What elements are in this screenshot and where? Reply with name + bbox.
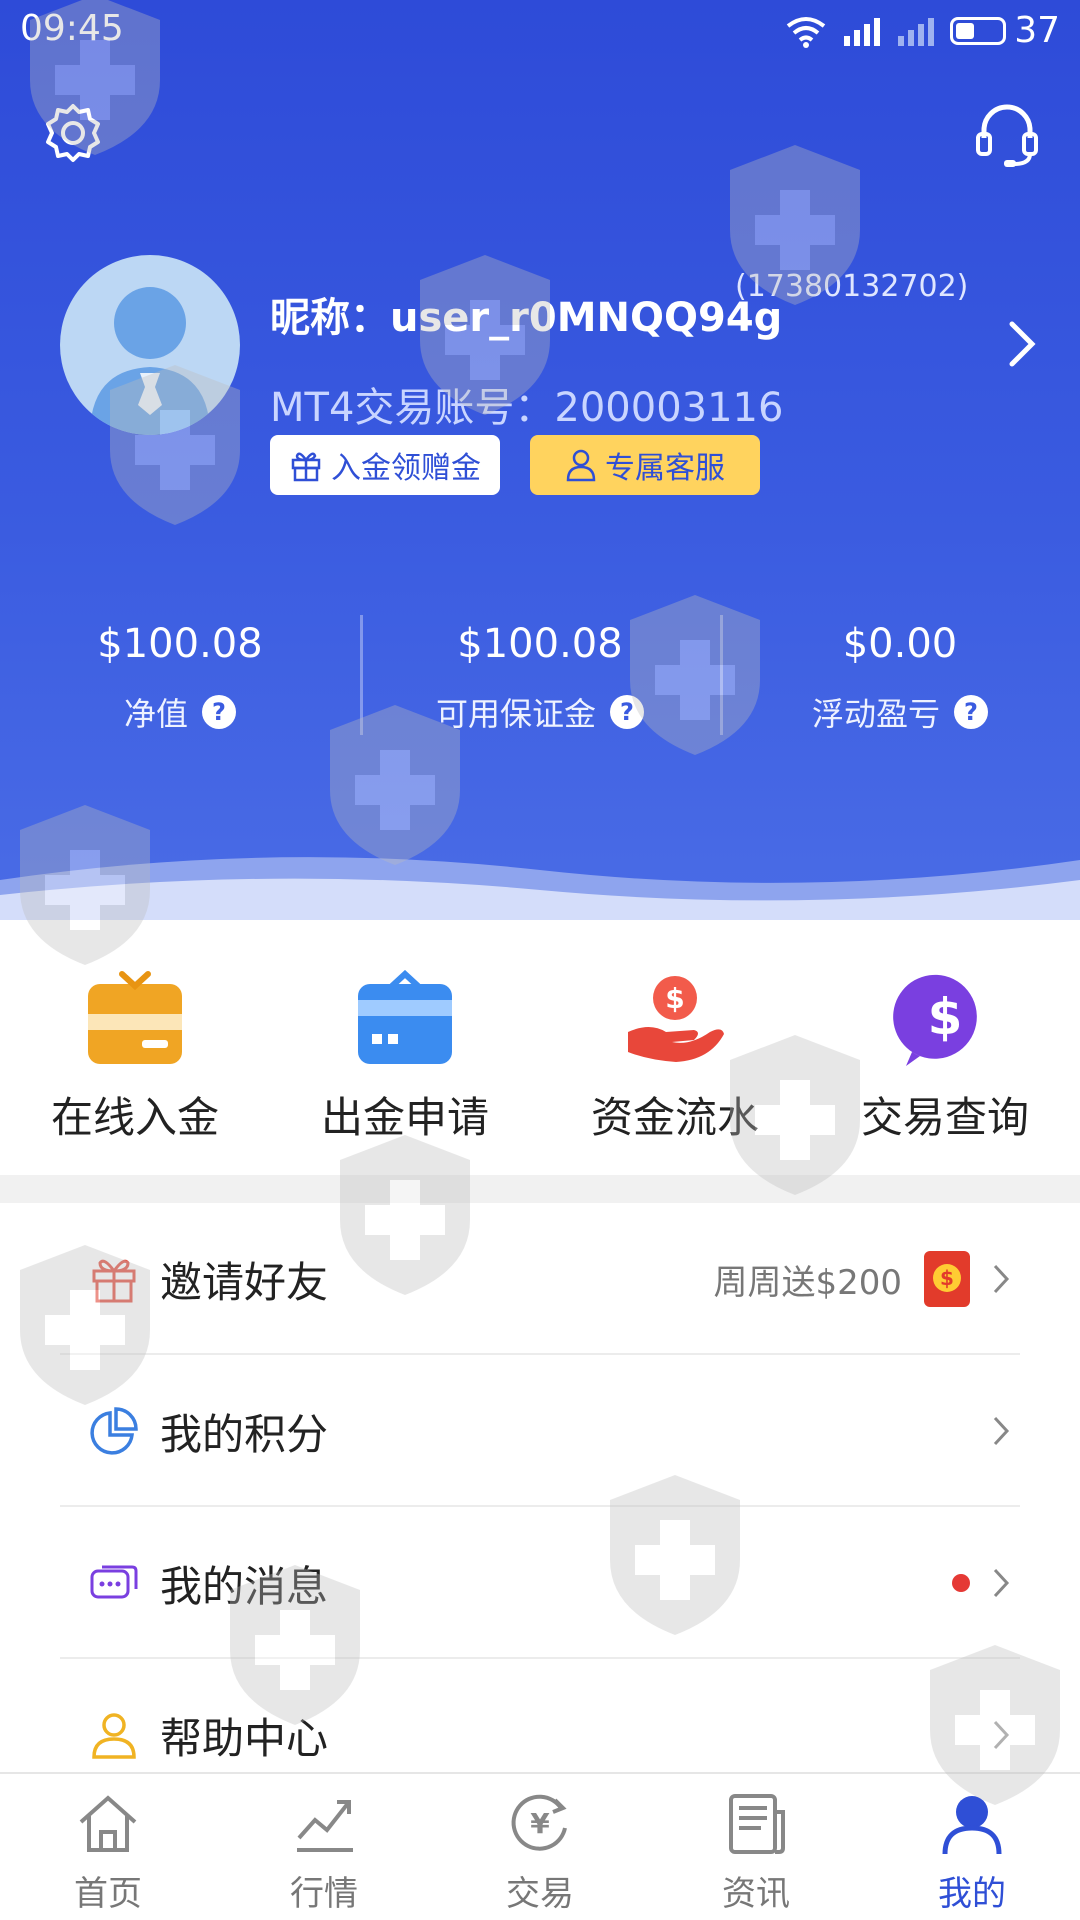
watermark-shield-icon <box>340 1135 470 1295</box>
tab-market[interactable]: 行情 <box>216 1774 432 1920</box>
menu-item-my-points[interactable]: 我的积分 <box>0 1355 1080 1507</box>
account-stats: $100.08 净值 ? $100.08 可用保证金 ? $0.00 浮动盈亏 … <box>0 615 1080 745</box>
stat-value: $100.08 <box>97 621 263 667</box>
menu-item-right <box>992 1355 1010 1507</box>
svg-text:$: $ <box>928 988 963 1046</box>
menu-item-right <box>952 1507 1010 1659</box>
profile-page: 09:45 37 <box>0 0 1080 1920</box>
watermark-shield-icon <box>930 1645 1060 1805</box>
tab-trade[interactable]: ¥ 交易 <box>432 1774 648 1920</box>
tab-label: 交易 <box>506 1874 574 1914</box>
menu-item-invite-friends[interactable]: 邀请好友 周周送$200 <box>0 1203 1080 1355</box>
wifi-icon <box>786 16 826 48</box>
home-icon <box>79 1795 137 1852</box>
help-icon[interactable]: ? <box>202 695 236 729</box>
stat-floating-pl: $0.00 浮动盈亏 ? <box>720 615 1080 745</box>
trend-chart-icon <box>297 1800 353 1852</box>
watermark-shield-icon <box>20 805 150 965</box>
stat-label: 浮动盈亏 <box>811 695 940 733</box>
menu-item-right: 周周送$200 <box>713 1203 1010 1355</box>
chevron-right-icon <box>993 1264 1010 1294</box>
exclusive-service-button[interactable]: 专属客服 <box>530 435 760 495</box>
battery-level: 37 <box>1014 10 1060 51</box>
watermark-shield-icon <box>610 1475 740 1635</box>
tab-label: 我的 <box>938 1874 1006 1914</box>
watermark-shield-icon <box>730 1035 860 1195</box>
watermark-shield-icon <box>420 255 550 415</box>
user-help-icon <box>92 1713 136 1759</box>
watermark-shield-icon <box>30 0 160 155</box>
quick-actions: 在线入金 出金申请 $ 资金流水 $ 交易查询 <box>0 920 1080 1175</box>
yen-exchange-icon: ¥ <box>511 1794 567 1851</box>
menu-item-label: 我的积分 <box>160 1409 329 1459</box>
status-icons: 37 <box>784 10 1060 51</box>
tab-label: 资讯 <box>722 1874 790 1914</box>
signal-4g-icon <box>844 17 881 46</box>
tab-news[interactable]: 资讯 <box>648 1774 864 1920</box>
watermark-shield-icon <box>330 705 460 865</box>
money-hand-icon: $ <box>628 976 724 1062</box>
tab-label: 首页 <box>74 1874 142 1914</box>
header-wave <box>0 857 1080 920</box>
wallet-deposit-icon <box>88 971 182 1064</box>
message-icon <box>90 1565 138 1599</box>
headset-icon[interactable] <box>974 102 1040 168</box>
quick-action-label: 在线入金 <box>50 1093 219 1142</box>
menu-list: 邀请好友 周周送$200 我的积分 我的消息 <box>0 1203 1080 1811</box>
gift-icon <box>291 452 321 482</box>
menu-item-my-messages[interactable]: 我的消息 <box>0 1507 1080 1659</box>
wallet-withdraw-icon <box>358 969 452 1064</box>
exclusive-service-label: 专属客服 <box>605 451 725 486</box>
section-divider <box>0 1175 1080 1203</box>
stat-value: $0.00 <box>842 621 958 667</box>
watermark-shield-icon <box>20 1245 150 1405</box>
chevron-right-icon[interactable] <box>1004 318 1040 370</box>
svg-text:¥: ¥ <box>530 1807 550 1840</box>
tab-label: 行情 <box>290 1874 358 1914</box>
chevron-right-icon <box>993 1416 1010 1446</box>
bottom-tab-bar: 首页 行情 ¥ 交易 资讯 我的 <box>0 1772 1080 1920</box>
battery-icon <box>950 16 1007 45</box>
battery-indicator: 37 <box>950 10 1060 51</box>
pie-chart-icon <box>90 1407 138 1455</box>
watermark-shield-icon <box>730 145 860 305</box>
news-icon <box>729 1794 785 1854</box>
stat-label: 净值 <box>123 695 188 733</box>
red-packet-icon <box>924 1251 970 1307</box>
dollar-chat-icon: $ <box>893 974 977 1066</box>
chevron-right-icon <box>993 1568 1010 1598</box>
deposit-gift-label: 入金领赠金 <box>331 451 481 486</box>
watermark-shield-icon <box>630 595 760 755</box>
unread-dot <box>952 1574 970 1592</box>
stat-equity: $100.08 净值 ? <box>0 615 360 745</box>
stat-label-row: 净值 ? <box>0 689 360 735</box>
signal-empty-icon <box>898 17 935 46</box>
svg-text:$: $ <box>665 982 684 1015</box>
watermark-shield-icon <box>230 1565 360 1725</box>
stat-label-row: 浮动盈亏 ? <box>720 689 1080 735</box>
service-person-icon <box>566 449 596 482</box>
help-icon[interactable]: ? <box>954 695 988 729</box>
watermark-shield-icon <box>110 365 240 525</box>
promo-text: 周周送$200 <box>713 1262 902 1303</box>
menu-item-label: 邀请好友 <box>160 1257 329 1307</box>
tab-home[interactable]: 首页 <box>0 1774 216 1920</box>
deposit-gift-button[interactable]: 入金领赠金 <box>270 435 500 495</box>
